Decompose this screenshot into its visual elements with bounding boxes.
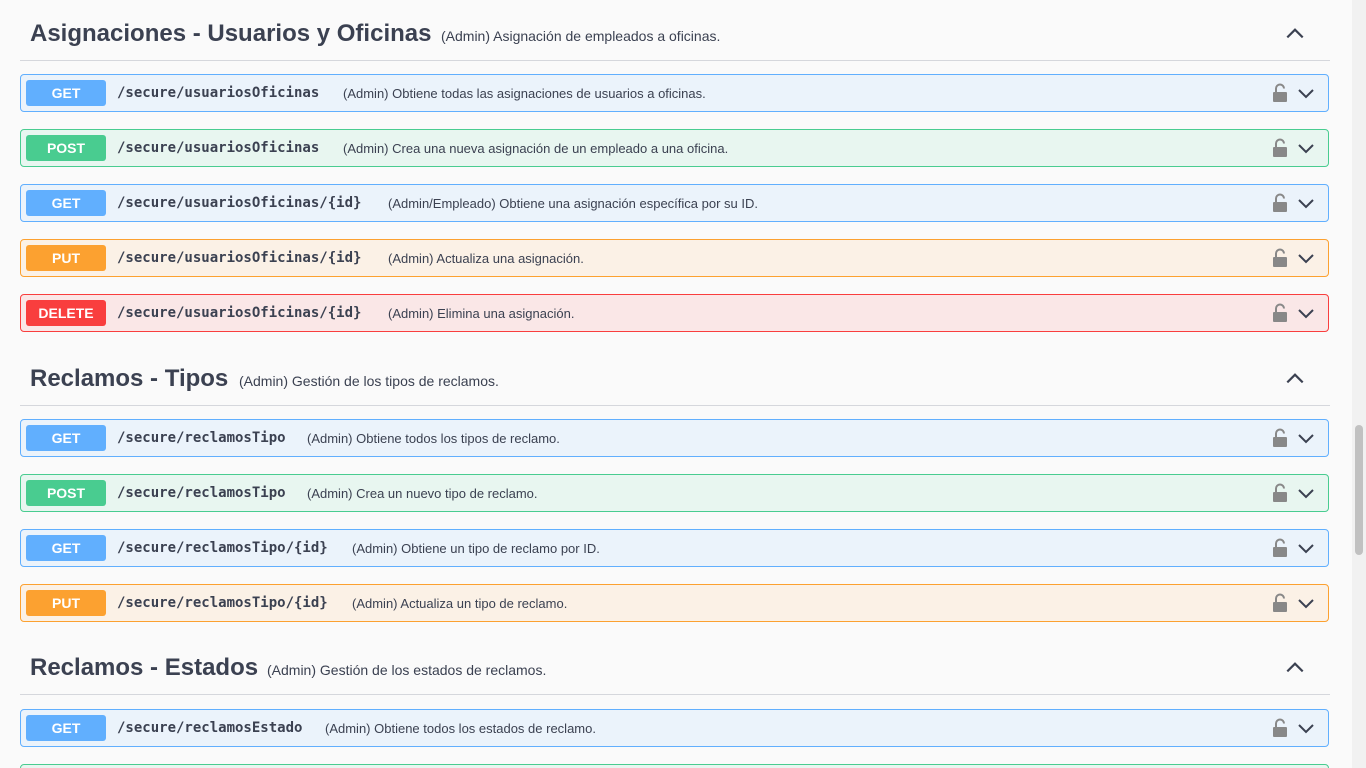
section-description: (Admin) Asignación de empleados a oficin… [441, 28, 721, 44]
operation-summary: (Admin) Crea un nuevo tipo de reclamo. [307, 486, 538, 501]
operation-summary: (Admin) Crea una nueva asignación de un … [343, 141, 729, 156]
lock-icon[interactable] [1272, 303, 1288, 323]
method-badge-get: GET [26, 80, 106, 106]
operation-path: /secure/usuariosOficinas/{id} [117, 250, 362, 266]
section-title: Asignaciones - Usuarios y Oficinas [30, 20, 432, 47]
operation-put-usuarios-oficinas-id[interactable]: PUT /secure/usuariosOficinas/{id} (Admin… [20, 239, 1329, 277]
chevron-down-icon[interactable] [1296, 249, 1316, 269]
chevron-up-icon[interactable] [1284, 367, 1306, 389]
chevron-up-icon[interactable] [1284, 22, 1306, 44]
chevron-up-icon[interactable] [1284, 656, 1306, 678]
section-title: Reclamos - Tipos [30, 365, 229, 392]
operation-path: /secure/reclamosTipo/{id} [117, 595, 328, 611]
operation-path: /secure/usuariosOficinas/{id} [117, 195, 362, 211]
api-docs-content: Asignaciones - Usuarios y Oficinas (Admi… [0, 0, 1352, 768]
chevron-down-icon[interactable] [1296, 539, 1316, 559]
section-header-asignaciones[interactable]: Asignaciones - Usuarios y Oficinas (Admi… [20, 12, 1330, 61]
operation-summary: (Admin) Actualiza una asignación. [388, 251, 584, 266]
lock-icon[interactable] [1272, 83, 1288, 103]
operation-post-reclamos-tipo[interactable]: POST /secure/reclamosTipo (Admin) Crea u… [20, 474, 1329, 512]
operation-get-reclamos-estado[interactable]: GET /secure/reclamosEstado (Admin) Obtie… [20, 709, 1329, 747]
operation-get-reclamos-tipo[interactable]: GET /secure/reclamosTipo (Admin) Obtiene… [20, 419, 1329, 457]
chevron-down-icon[interactable] [1296, 139, 1316, 159]
scrollbar-thumb[interactable] [1355, 425, 1363, 555]
method-badge-delete: DELETE [26, 300, 106, 326]
operation-get-reclamos-tipo-id[interactable]: GET /secure/reclamosTipo/{id} (Admin) Ob… [20, 529, 1329, 567]
lock-icon[interactable] [1272, 248, 1288, 268]
operation-put-reclamos-tipo-id[interactable]: PUT /secure/reclamosTipo/{id} (Admin) Ac… [20, 584, 1329, 622]
operation-get-usuarios-oficinas[interactable]: GET /secure/usuariosOficinas (Admin) Obt… [20, 74, 1329, 112]
lock-icon[interactable] [1272, 483, 1288, 503]
chevron-down-icon[interactable] [1296, 84, 1316, 104]
operation-summary: (Admin) Actualiza un tipo de reclamo. [352, 596, 568, 611]
operation-post-usuarios-oficinas[interactable]: POST /secure/usuariosOficinas (Admin) Cr… [20, 129, 1329, 167]
method-badge-get: GET [26, 190, 106, 216]
operation-summary: (Admin) Obtiene todos los tipos de recla… [307, 431, 560, 446]
operation-path: /secure/reclamosTipo/{id} [117, 540, 328, 556]
lock-icon[interactable] [1272, 193, 1288, 213]
chevron-down-icon[interactable] [1296, 304, 1316, 324]
lock-icon[interactable] [1272, 428, 1288, 448]
operation-summary: (Admin/Empleado) Obtiene una asignación … [388, 196, 758, 211]
method-badge-get: GET [26, 535, 106, 561]
chevron-down-icon[interactable] [1296, 484, 1316, 504]
lock-icon[interactable] [1272, 538, 1288, 558]
method-badge-put: PUT [26, 590, 106, 616]
operation-post-partial[interactable] [20, 764, 1329, 768]
page-scrollbar[interactable] [1352, 0, 1366, 768]
operation-summary: (Admin) Obtiene un tipo de reclamo por I… [352, 541, 600, 556]
operation-summary: (Admin) Elimina una asignación. [388, 306, 575, 321]
operation-path: /secure/reclamosTipo [117, 485, 286, 501]
operation-summary: (Admin) Obtiene todos los estados de rec… [325, 721, 596, 736]
lock-icon[interactable] [1272, 593, 1288, 613]
chevron-down-icon[interactable] [1296, 194, 1316, 214]
chevron-down-icon[interactable] [1296, 594, 1316, 614]
method-badge-get: GET [26, 715, 106, 741]
operation-summary: (Admin) Obtiene todas las asignaciones d… [343, 86, 706, 101]
lock-icon[interactable] [1272, 138, 1288, 158]
section-description: (Admin) Gestión de los tipos de reclamos… [239, 373, 499, 389]
section-description: (Admin) Gestión de los estados de reclam… [267, 662, 547, 678]
method-badge-post: POST [26, 480, 106, 506]
method-badge-put: PUT [26, 245, 106, 271]
section-header-reclamos-tipos[interactable]: Reclamos - Tipos (Admin) Gestión de los … [20, 357, 1330, 406]
operation-path: /secure/usuariosOficinas [117, 85, 320, 101]
operation-path: /secure/usuariosOficinas [117, 140, 320, 156]
operation-path: /secure/usuariosOficinas/{id} [117, 305, 362, 321]
section-title: Reclamos - Estados [30, 654, 259, 681]
operation-path: /secure/reclamosTipo [117, 430, 286, 446]
operation-path: /secure/reclamosEstado [117, 720, 303, 736]
chevron-down-icon[interactable] [1296, 429, 1316, 449]
section-header-reclamos-estados[interactable]: Reclamos - Estados (Admin) Gestión de lo… [20, 646, 1330, 695]
method-badge-post: POST [26, 135, 106, 161]
operation-get-usuarios-oficinas-id[interactable]: GET /secure/usuariosOficinas/{id} (Admin… [20, 184, 1329, 222]
lock-icon[interactable] [1272, 718, 1288, 738]
operation-delete-usuarios-oficinas-id[interactable]: DELETE /secure/usuariosOficinas/{id} (Ad… [20, 294, 1329, 332]
chevron-down-icon[interactable] [1296, 719, 1316, 739]
method-badge-get: GET [26, 425, 106, 451]
